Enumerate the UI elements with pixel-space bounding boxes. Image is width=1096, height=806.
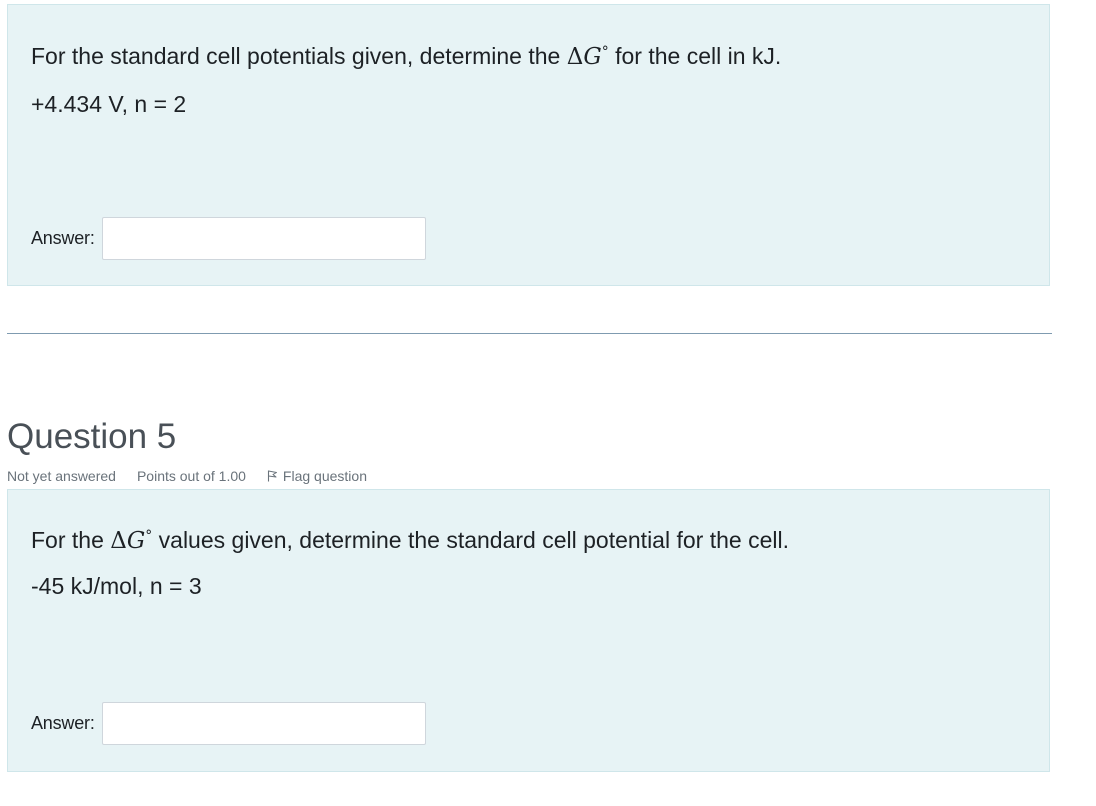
flag-question-link[interactable]: Flag question — [267, 467, 367, 485]
question-5-prompt: For the ΔG° values given, determine the … — [31, 522, 789, 555]
flag-icon — [267, 470, 277, 482]
question-5-title: Question 5 — [7, 417, 177, 456]
question-5-content: For the ΔG° values given, determine the … — [7, 489, 1050, 772]
answer-label: Answer: — [31, 228, 95, 248]
question-divider — [7, 333, 1052, 334]
quiz-page: For the standard cell potentials given, … — [0, 0, 1096, 806]
delta-g-symbol: ΔG° — [566, 44, 609, 70]
question-5-prompt-before: For the — [31, 527, 111, 553]
question-4-prompt: For the standard cell potentials given, … — [31, 38, 781, 71]
question-4-given: +4.434 V, n = 2 — [31, 91, 187, 117]
question-4-answer-input[interactable] — [101, 217, 426, 260]
answer-label: Answer: — [31, 713, 95, 733]
question-5-prompt-after: values given, determine the standard cel… — [152, 527, 789, 553]
delta-g-symbol: ΔG° — [110, 528, 153, 554]
question-4-content: For the standard cell potentials given, … — [7, 4, 1050, 286]
question-grade: Points out of 1.00 — [136, 468, 246, 484]
question-4-prompt-after: for the cell in kJ. — [608, 43, 782, 69]
question-5-given: -45 kJ/mol, n = 3 — [31, 573, 202, 599]
question-4-answer-row: Answer: — [31, 217, 426, 260]
question-state: Not yet answered — [7, 468, 116, 484]
question-5-answer-input[interactable] — [101, 702, 426, 745]
flag-question-label: Flag question — [282, 468, 367, 484]
question-5-answer-row: Answer: — [31, 702, 426, 745]
question-4-prompt-before: For the standard cell potentials given, … — [31, 43, 567, 69]
question-5-info: Not yet answered Points out of 1.00 Flag… — [7, 467, 367, 485]
